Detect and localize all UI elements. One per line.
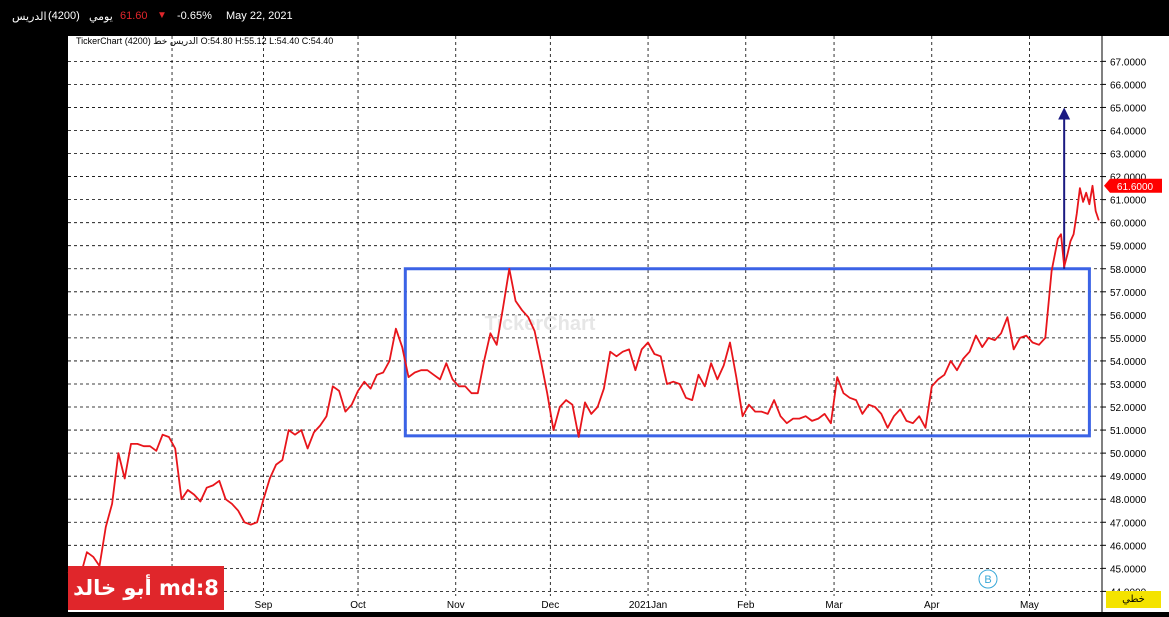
y-tick-label: 48.0000 [1110,495,1147,506]
y-tick-label: 55.0000 [1110,334,1147,345]
x-tick-label: Apr [924,600,940,611]
symbol-code: (4200) [48,10,80,22]
y-tick-label: 54.0000 [1110,357,1147,368]
symbol-name: الدريس [12,11,47,23]
y-tick-label: 46.0000 [1110,541,1147,552]
change-percent: -0.65% [177,10,212,22]
x-tick-label: May [1020,600,1039,611]
y-tick-label: 61.0000 [1110,196,1147,207]
y-tick-label: 47.0000 [1110,518,1147,529]
y-tick-label: 49.0000 [1110,472,1147,483]
y-tick-label: 66.0000 [1110,80,1147,91]
last-price-tag-label: 61.6000 [1117,182,1154,193]
date-label: May 22, 2021 [226,10,293,22]
y-tick-label: 67.0000 [1110,57,1147,68]
y-tick-label: 57.0000 [1110,288,1147,299]
y-tick-label: 59.0000 [1110,242,1147,253]
y-tick-label: 50.0000 [1110,449,1147,460]
price-chart[interactable]: 44.000045.000046.000047.000048.000049.00… [0,32,1169,612]
period-label: يومي [89,11,113,23]
marker-b-label: B [984,574,991,586]
chart-legend: TickerChart الدريس خط (4200) O:54.80 H:5… [76,36,334,46]
y-tick-label: 63.0000 [1110,150,1147,161]
author-signature: أبو خالد md:8 [68,566,224,610]
x-tick-label: Nov [447,600,465,611]
y-tick-label: 51.0000 [1110,426,1147,437]
y-tick-label: 64.0000 [1110,126,1147,137]
x-tick-label: Sep [255,600,273,611]
last-price-tag: 61.6000 [1104,178,1162,193]
x-tick-label: 2021Jan [629,600,667,611]
y-tick-label: 53.0000 [1110,380,1147,391]
y-tick-label: 65.0000 [1110,103,1147,114]
x-tick-label: Oct [350,600,366,611]
x-tick-label: Feb [737,600,755,611]
chart-mode-badge[interactable]: خطي [1106,591,1161,608]
y-tick-label: 60.0000 [1110,219,1147,230]
chart-header: الدريس (4200) يومي 61.60 ▼ -0.65% May 22… [0,0,1169,32]
x-tick-label: Dec [541,600,559,611]
y-tick-label: 45.0000 [1110,564,1147,575]
x-tick-label: Mar [825,600,843,611]
chart-panel[interactable]: 44.000045.000046.000047.000048.000049.00… [0,32,1169,612]
y-tick-label: 58.0000 [1110,265,1147,276]
y-tick-label: 52.0000 [1110,403,1147,414]
down-triangle-icon: ▼ [157,10,167,21]
y-tick-label: 56.0000 [1110,311,1147,322]
last-price: 61.60 [120,10,148,22]
